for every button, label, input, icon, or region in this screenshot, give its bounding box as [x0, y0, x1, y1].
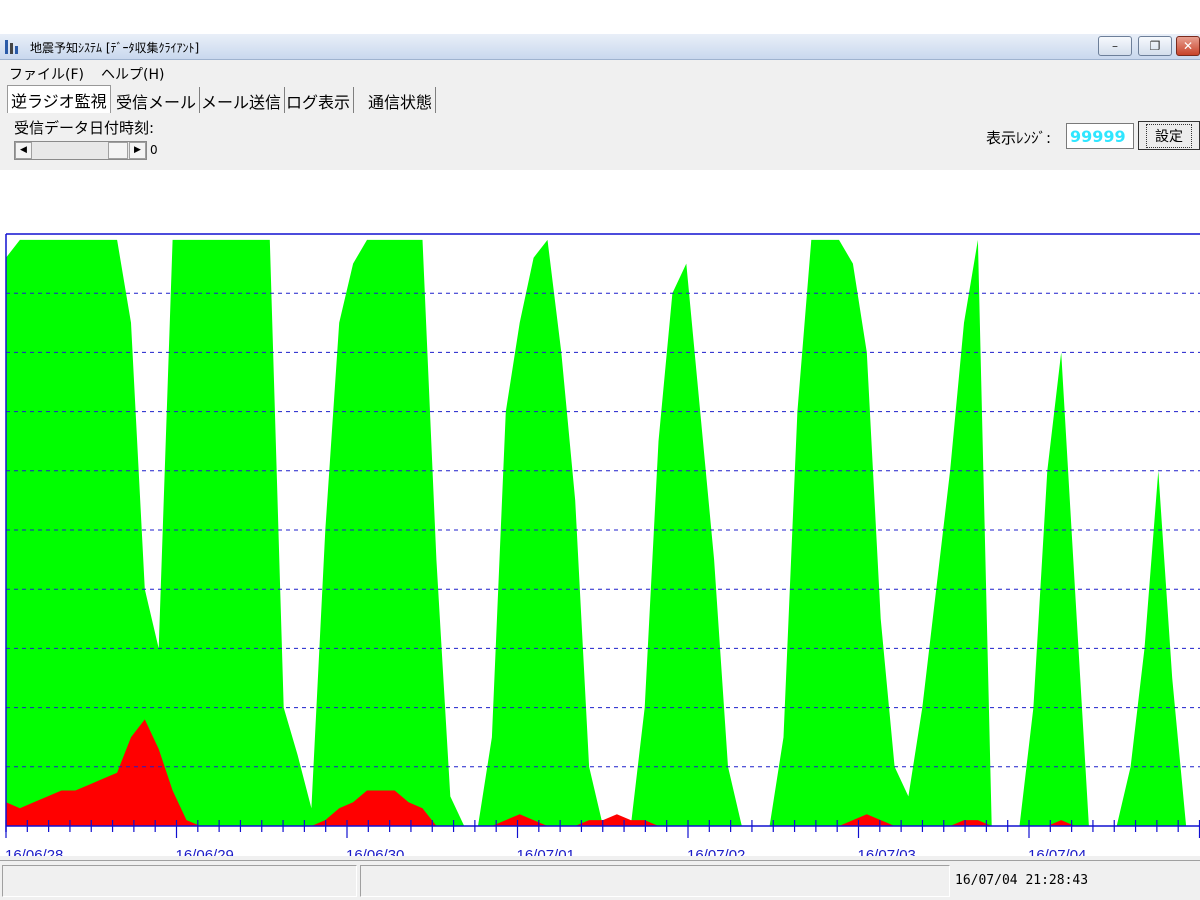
status-panel-middle: [360, 865, 950, 897]
status-bar: 16/07/04 21:28:43: [0, 860, 1200, 900]
x-tick-label: 16/07/03: [858, 847, 916, 856]
app-icon: [5, 40, 18, 54]
set-button[interactable]: 設定: [1138, 121, 1200, 150]
tab-reverse-radio[interactable]: 逆ラジオ監視: [7, 85, 111, 113]
chart-area: 16/06/28 16/06/29 16/06/30 16/07/01 16/07/02…: [0, 170, 1200, 856]
x-tick-label: 16/07/02: [687, 847, 745, 856]
range-input[interactable]: [1066, 123, 1134, 149]
status-panel-left: [2, 865, 357, 897]
x-tick-label: 16/06/28: [5, 847, 63, 856]
title-bar: 地震予知ｼｽﾃﾑ [ﾃﾞｰﾀ収集ｸﾗｲｱﾝﾄ] – ❐ ✕: [0, 34, 1200, 60]
menu-file[interactable]: ファイル(F): [9, 64, 84, 84]
close-button[interactable]: ✕: [1176, 36, 1200, 56]
status-time: 16/07/04 21:28:43: [955, 873, 1089, 888]
scroll-left-icon[interactable]: ◀: [15, 142, 32, 159]
tab-bar: 逆ラジオ監視 受信メール メール送信 ログ表示 通信状態: [0, 85, 1200, 113]
window-title: 地震予知ｼｽﾃﾑ [ﾃﾞｰﾀ収集ｸﾗｲｱﾝﾄ]: [30, 41, 200, 55]
tab-send-mail[interactable]: メール送信: [198, 87, 286, 113]
x-tick-label: 16/06/30: [346, 847, 404, 856]
scroll-thumb[interactable]: [108, 142, 128, 159]
x-tick-label: 16/07/01: [517, 847, 575, 856]
menu-bar: ファイル(F) ヘルプ(H): [0, 61, 1200, 83]
scroll-value: 0: [150, 143, 158, 157]
x-tick-label: 16/07/04: [1028, 847, 1086, 856]
scroll-right-icon[interactable]: ▶: [129, 142, 146, 159]
minimize-button[interactable]: –: [1098, 36, 1132, 56]
set-button-label: 設定: [1146, 123, 1192, 148]
series-area-0: [6, 239, 1200, 826]
date-scrollbar[interactable]: ◀ ▶: [14, 141, 147, 160]
menu-help[interactable]: ヘルプ(H): [101, 64, 164, 84]
restore-button[interactable]: ❐: [1138, 36, 1172, 56]
app-window: 地震予知ｼｽﾃﾑ [ﾃﾞｰﾀ収集ｸﾗｲｱﾝﾄ] – ❐ ✕ ファイル(F) ヘル…: [0, 34, 1200, 900]
tab-received-mail[interactable]: 受信メール: [113, 87, 201, 113]
tab-comm-status[interactable]: 通信状態: [365, 87, 437, 113]
tab-log-view[interactable]: ログ表示: [283, 87, 355, 113]
chart-svg: 16/06/28 16/06/29 16/06/30 16/07/01 16/07/02…: [5, 233, 1200, 856]
x-tick-label: 16/06/29: [176, 847, 234, 856]
range-label: 表示ﾚﾝｼﾞ:: [986, 129, 1052, 147]
date-label: 受信データ日付時刻:: [14, 119, 155, 137]
